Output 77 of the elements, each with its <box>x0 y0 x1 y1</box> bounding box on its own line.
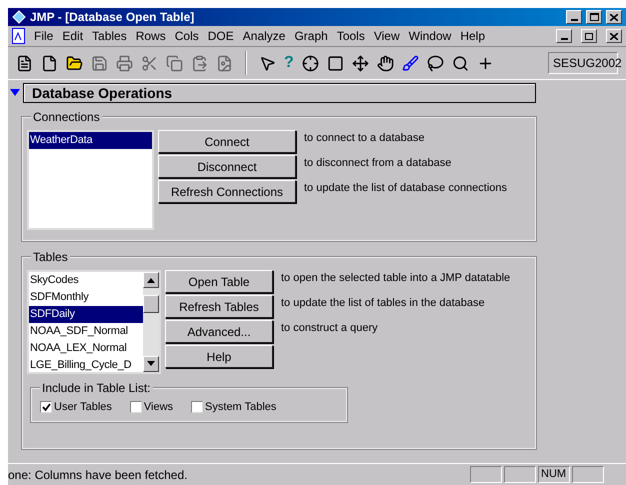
scrollbar[interactable] <box>143 272 159 372</box>
paste-icon[interactable] <box>191 54 208 72</box>
hand-icon[interactable] <box>376 54 394 72</box>
status-panel <box>504 466 536 483</box>
button-description: to update the list of database connections <box>304 181 508 196</box>
menu-item[interactable]: Analyze <box>242 27 286 45</box>
brush-icon[interactable] <box>402 54 419 72</box>
list-item[interactable]: NOAA_LEX_Normal <box>29 340 143 357</box>
menu-item[interactable]: Window <box>408 27 452 45</box>
document-icon[interactable] <box>16 54 33 72</box>
minimize-icon[interactable] <box>566 10 582 24</box>
menu-item[interactable]: Tools <box>336 27 365 45</box>
square-icon[interactable] <box>326 54 344 72</box>
scroll-down-icon[interactable] <box>147 361 155 366</box>
menu-item[interactable]: Rows <box>136 27 166 45</box>
document-app-icon <box>12 28 25 44</box>
dialog-button[interactable]: Refresh Connections <box>158 180 296 203</box>
button-description: to open the selected table into a JMP datatable <box>281 271 510 286</box>
list-item[interactable]: SDFMonthly <box>29 289 143 306</box>
printer-icon[interactable] <box>116 54 133 72</box>
checkbox-option[interactable]: System Tables <box>191 398 276 416</box>
menu-item[interactable]: DOE <box>208 27 234 45</box>
disclosure-icon[interactable] <box>10 89 20 97</box>
menu-item[interactable]: Help <box>460 27 486 45</box>
lasso-icon[interactable] <box>426 54 444 72</box>
status-panel <box>470 466 502 483</box>
connections-list[interactable]: WeatherData <box>27 130 154 230</box>
panel-header: Database Operations <box>23 83 536 103</box>
magnifier-icon[interactable] <box>452 54 469 72</box>
list-item[interactable]: SDFDaily <box>29 306 143 323</box>
button-description: to disconnect from a database <box>304 156 452 171</box>
restore-icon[interactable] <box>581 29 597 43</box>
save-icon[interactable] <box>91 54 108 72</box>
dialog-button[interactable]: Refresh Tables <box>165 295 273 318</box>
list-item[interactable]: WeatherData <box>29 132 152 149</box>
list-item[interactable]: NOAA_SDF_Normal <box>29 323 143 340</box>
button-description: to connect to a database <box>304 131 424 146</box>
app-icon <box>12 10 26 24</box>
status-panel <box>572 466 604 483</box>
folder-icon[interactable] <box>66 54 83 72</box>
menu-item[interactable]: File <box>34 27 54 45</box>
dialog-button[interactable]: Disconnect <box>158 155 296 178</box>
menu-item[interactable]: Graph <box>294 27 328 45</box>
menu-item[interactable]: Tables <box>92 27 127 45</box>
close-icon[interactable] <box>606 10 622 24</box>
menu-item[interactable]: Edit <box>62 27 84 45</box>
maximize-icon[interactable] <box>586 10 602 24</box>
blank-page-icon[interactable] <box>41 54 58 72</box>
crosshair-icon[interactable] <box>302 54 319 72</box>
button-description: to update the list of tables in the database <box>281 296 485 311</box>
list-item[interactable]: SkyCodes <box>29 272 143 289</box>
menu-item[interactable]: View <box>374 27 400 45</box>
tables-list[interactable]: SkyCodes SDFMonthly SDFDaily NOAA_SDF_Normal NOAA_LEX_Normal LGE_Billing_Cycle_D <box>27 270 161 374</box>
checkbox-option[interactable]: User Tables <box>40 398 112 416</box>
copy-icon[interactable] <box>166 54 183 72</box>
minimize-icon[interactable] <box>556 29 572 43</box>
dialog-button[interactable]: Connect <box>158 130 296 153</box>
scroll-thumb[interactable] <box>143 294 159 313</box>
scissors-icon[interactable] <box>141 54 158 72</box>
button-description: to construct a query <box>281 321 378 336</box>
image-file-icon[interactable] <box>216 54 233 72</box>
menu-item[interactable]: Cols <box>174 27 199 45</box>
pointer-icon[interactable] <box>259 54 276 72</box>
checkbox-option[interactable]: Views <box>130 398 174 416</box>
checkbox[interactable] <box>130 401 142 413</box>
status-message: one: Columns have been fetched. <box>8 466 188 484</box>
dialog-button[interactable]: Advanced... <box>165 320 273 343</box>
close-icon[interactable] <box>606 29 622 43</box>
dialog-button[interactable]: Open Table <box>165 270 273 293</box>
window-title: JMP - [Database Open Table] <box>30 9 196 26</box>
scroll-up-icon[interactable] <box>147 278 155 282</box>
num-indicator: NUM <box>538 466 570 483</box>
list-item[interactable]: LGE_Billing_Cycle_D <box>29 357 143 372</box>
dialog-button[interactable]: Help <box>165 345 273 368</box>
move-icon[interactable] <box>352 54 369 72</box>
checkbox[interactable] <box>40 401 52 413</box>
checkbox[interactable] <box>191 401 204 413</box>
